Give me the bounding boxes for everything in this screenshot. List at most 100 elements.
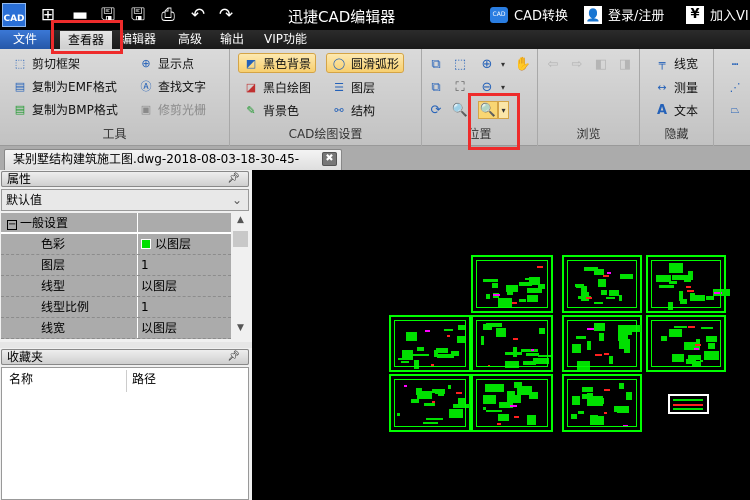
document-tab-strip: 某别墅结构建筑施工图.dwg-2018-08-03-18-30-45-958.d…	[0, 146, 750, 185]
property-key: 线型比例	[1, 297, 138, 317]
pin-icon[interactable]: 📌︎	[227, 350, 240, 364]
crosshair-icon: ⊕	[141, 56, 151, 70]
property-row[interactable]: 色彩 以图层	[1, 234, 231, 255]
cad-convert-button[interactable]: CAD CAD转换	[490, 5, 568, 24]
next-page-icon[interactable]: ◨	[616, 55, 634, 73]
properties-scrollbar[interactable]: ▲ ▼	[232, 213, 249, 339]
property-value: 1	[141, 257, 149, 272]
clip-frame-label: 剪切框架	[32, 56, 81, 71]
drawing-sheet	[646, 315, 726, 372]
panel-splitter[interactable]	[0, 342, 252, 348]
zoom-window-icon[interactable]: ⬚	[451, 55, 469, 73]
drawing-sheet	[389, 315, 471, 372]
line-width-button[interactable]: ╤ 线宽	[654, 53, 698, 73]
properties-dropdown[interactable]: 默认值 ⌄	[1, 189, 249, 211]
save-icon[interactable]: 🖫	[98, 5, 118, 25]
group-label-hide: 隐藏	[664, 127, 689, 141]
favorites-title: 收藏夹	[7, 350, 44, 364]
zoom-out-dropdown-icon[interactable]: ▾	[494, 78, 512, 96]
menu-advanced[interactable]: 高级	[178, 30, 202, 49]
cad-logo-icon[interactable]: CAD	[2, 3, 26, 27]
property-row[interactable]: 图层 1	[1, 255, 231, 276]
structure-label: 结构	[351, 103, 376, 118]
properties-title: 属性	[7, 172, 32, 186]
text-button[interactable]: A 文本	[654, 100, 698, 120]
trim-raster-label: 修剪光栅	[158, 102, 207, 117]
bw-drawing-icon: ◪	[245, 80, 257, 94]
menu-bar: 文件 查看器 编辑器 高级 输出 VIP功能	[0, 30, 750, 49]
structure-icon: ⚯	[334, 103, 344, 117]
property-value: 以图层	[141, 320, 178, 335]
background-color-button[interactable]: ✎ 背景色	[243, 100, 299, 120]
zoom-in-dropdown-icon[interactable]: ▾	[494, 55, 512, 73]
close-tab-icon[interactable]: ✖	[322, 152, 337, 166]
app-title: 迅捷CAD编辑器	[288, 8, 396, 26]
smooth-arc-button[interactable]: ◯ 圆滑弧形	[326, 53, 405, 73]
layers-icon: ☰	[334, 80, 344, 94]
black-background-button[interactable]: ◩ 黑色背景	[238, 53, 317, 73]
favorites-panel-header: 收藏夹 📌︎	[1, 349, 249, 365]
drawing-sheet	[562, 374, 642, 432]
undo-icon[interactable]: ↶	[188, 5, 208, 25]
open-folder-icon[interactable]: ▬	[70, 5, 90, 25]
property-value: 以图层	[141, 278, 178, 293]
property-row[interactable]: 线宽 以图层	[1, 318, 231, 339]
menu-editor[interactable]: 编辑器	[120, 30, 156, 49]
menu-viewer[interactable]: 查看器	[60, 31, 112, 49]
layers-label: 图层	[351, 80, 376, 95]
show-points-button[interactable]: ⊕ 显示点	[138, 53, 194, 73]
property-row[interactable]: 线型比例 1	[1, 297, 231, 318]
group-browse: ⇦ ⇨ ◧ ◨ 浏览	[538, 49, 640, 146]
bw-drawing-button[interactable]: ◪ 黑白绘图	[243, 77, 311, 97]
scroll-up-icon[interactable]: ▲	[232, 215, 249, 229]
menu-vip[interactable]: VIP功能	[264, 30, 307, 49]
prev-page-icon[interactable]: ◧	[592, 55, 610, 73]
properties-panel-header: 属性 📌︎	[1, 171, 249, 187]
pan-hand-icon[interactable]: ✋	[514, 55, 532, 73]
login-button[interactable]: 👤 登录/注册	[584, 5, 664, 24]
section-general-label: 一般设置	[20, 216, 69, 230]
magnifier-dropdown-icon[interactable]: ▾	[498, 101, 509, 119]
drawing-sheet	[389, 374, 471, 432]
collapse-icon[interactable]: −	[7, 220, 17, 230]
print-icon[interactable]: ⎙	[158, 5, 178, 25]
menu-output[interactable]: 输出	[220, 30, 244, 49]
measure-polyline-icon[interactable]: ⋰	[726, 78, 744, 96]
save-pdf-icon[interactable]: 🖫	[128, 5, 148, 25]
find-text-button[interactable]: Ⓐ 查找文字	[138, 76, 207, 96]
measure-distance-icon[interactable]: ┅	[726, 55, 744, 73]
new-icon[interactable]: ⊞	[38, 5, 58, 25]
vip-button[interactable]: ¥ 加入VI	[686, 5, 749, 24]
zoom-extents-icon[interactable]: ⧉	[427, 78, 445, 96]
column-separator[interactable]	[126, 370, 127, 392]
clip-frame-button[interactable]: ⬚ 剪切框架	[12, 53, 80, 73]
section-general[interactable]: − 一般设置	[1, 213, 231, 234]
magnifier-icon[interactable]: 🔍	[478, 101, 498, 119]
scroll-down-icon[interactable]: ▼	[232, 323, 249, 337]
column-header-path[interactable]: 路径	[132, 370, 156, 387]
back-arrow-icon[interactable]: ⇦	[544, 55, 562, 73]
cad-convert-label: CAD转换	[514, 9, 568, 24]
text-label: 文本	[674, 103, 699, 118]
measure-area-icon[interactable]: ⏢	[726, 101, 744, 119]
measure-button[interactable]: ↔ 测量	[654, 77, 698, 97]
forward-arrow-icon[interactable]: ⇨	[568, 55, 586, 73]
group-measure-partial: ┅ ⋰ ⏢	[714, 49, 750, 146]
document-tab[interactable]: 某别墅结构建筑施工图.dwg-2018-08-03-18-30-45-958.d…	[4, 149, 342, 185]
copy-bmp-button[interactable]: ▤ 复制为BMP格式	[12, 99, 118, 119]
group-hide: ╤ 线宽 ↔ 测量 A 文本 隐藏	[640, 49, 714, 146]
menu-file[interactable]: 文件	[0, 30, 50, 49]
fit-view-icon[interactable]: ⧉	[427, 55, 445, 73]
copy-emf-button[interactable]: ▤ 复制为EMF格式	[12, 76, 117, 96]
column-header-name[interactable]: 名称	[9, 370, 33, 387]
property-row[interactable]: 线型 以图层	[1, 276, 231, 297]
zoom-previous-icon[interactable]: 🔍	[451, 101, 469, 119]
fullscreen-icon[interactable]: ⛶	[451, 78, 469, 96]
redo-icon[interactable]: ↷	[216, 5, 236, 25]
pin-icon[interactable]: 📌︎	[227, 172, 240, 186]
layers-button[interactable]: ☰ 图层	[331, 77, 375, 97]
structure-button[interactable]: ⚯ 结构	[331, 100, 375, 120]
rotate-icon[interactable]: ⟳	[427, 101, 445, 119]
scrollbar-thumb[interactable]	[233, 231, 248, 247]
trim-raster-button[interactable]: ▣ 修剪光栅	[138, 99, 206, 119]
